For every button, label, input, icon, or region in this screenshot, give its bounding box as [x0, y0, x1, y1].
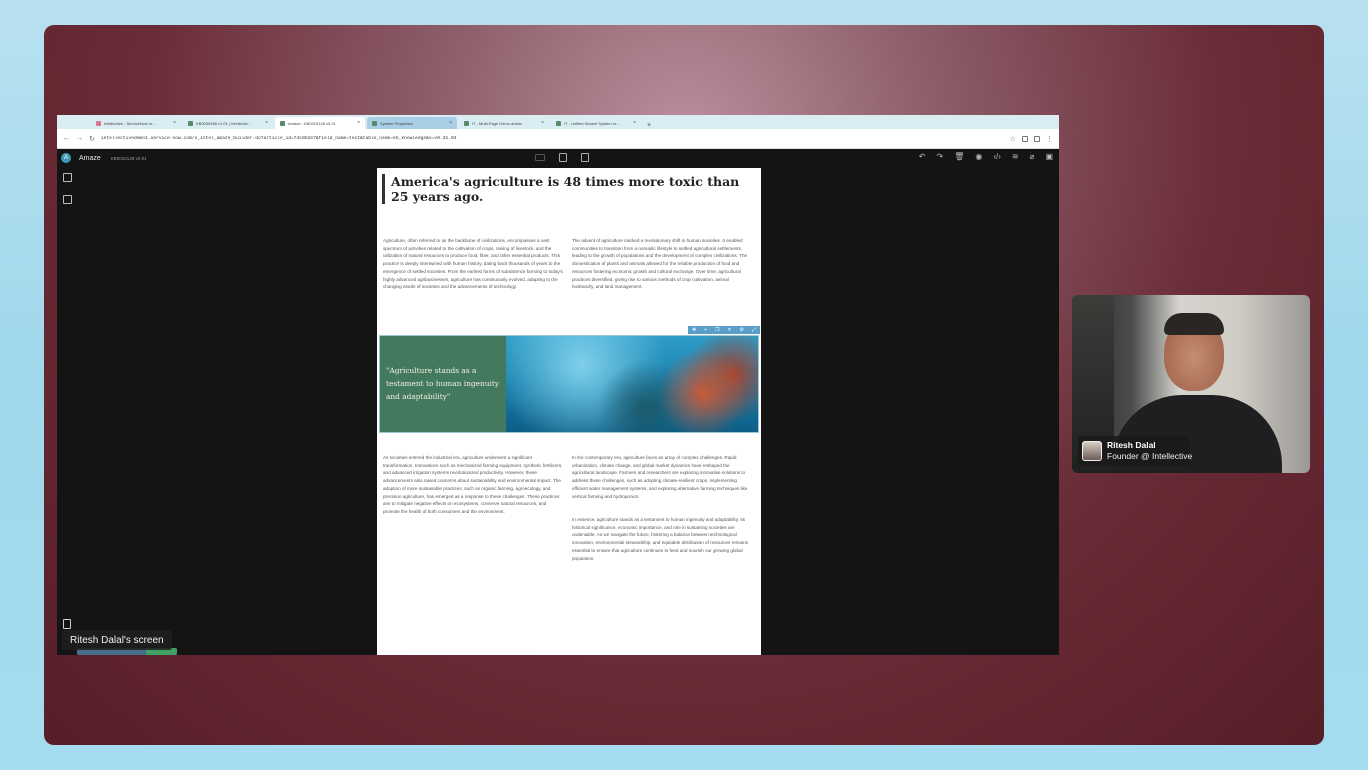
hero-banner[interactable]: "Agriculture stands as a testament to hu…: [379, 335, 759, 433]
participant-video-tile[interactable]: Ritesh Dalal Founder @ Intellective: [1072, 295, 1310, 473]
article-canvas[interactable]: America's agriculture is 48 times more t…: [377, 168, 761, 655]
close-tab-icon[interactable]: ×: [173, 120, 176, 126]
app-name: Amaze: [79, 154, 101, 162]
copy-icon[interactable]: ❐: [715, 327, 719, 333]
article-paragraph[interactable]: The advent of agriculture marked a revol…: [572, 237, 752, 291]
favicon-icon: [280, 120, 285, 126]
editor-tools: ↶ ↷ 🗑 ◉ ‹/› ≋ ⌀ ▣: [919, 152, 1053, 161]
delete-icon[interactable]: 🗑: [954, 152, 964, 161]
document-icon[interactable]: [63, 619, 71, 629]
template-icon[interactable]: [63, 195, 72, 204]
settings-icon[interactable]: ⚙: [740, 327, 744, 333]
browser-tabbar: Intellective - ServiceNow in... × KB00094…: [57, 115, 1059, 129]
menu-icon[interactable]: ⋮: [1046, 135, 1053, 143]
article-paragraph[interactable]: As societies entered the industrial era,…: [383, 454, 563, 516]
favicon-icon: [188, 120, 193, 126]
forward-icon[interactable]: →: [76, 135, 83, 142]
hero-quote[interactable]: "Agriculture stands as a testament to hu…: [380, 336, 506, 432]
layers-icon[interactable]: ≋: [1012, 152, 1019, 161]
shared-screen: Intellective - ServiceNow in... × KB00094…: [57, 115, 1059, 655]
record-number: KB0010128 v0.01: [110, 155, 147, 161]
preview-icon[interactable]: ◉: [975, 152, 982, 161]
amaze-logo-icon: A: [61, 153, 71, 163]
close-tab-icon[interactable]: ×: [633, 120, 636, 126]
save-icon[interactable]: ▣: [1045, 152, 1053, 161]
participant-role: Founder @ Intellective: [1107, 451, 1193, 461]
browser-tab[interactable]: KB0009458 v1.01 | Intellectiv... ×: [183, 117, 273, 129]
address-bar: ← → ↻ intellectivedemo1.service-now.com/…: [57, 129, 1059, 149]
favicon-icon: [96, 120, 101, 126]
browser-tab-active[interactable]: Amaze - KB0010128 v0.01 ×: [275, 117, 365, 129]
redo-icon[interactable]: ↷: [937, 152, 944, 161]
attach-icon[interactable]: ⌀: [1030, 152, 1035, 161]
expand-icon[interactable]: ⤢: [752, 327, 756, 333]
participant-namecard: Ritesh Dalal Founder @ Intellective: [1078, 436, 1193, 466]
article-paragraph[interactable]: In essence, agriculture stands as a test…: [572, 516, 752, 562]
participant-hair: [1164, 313, 1224, 335]
close-tab-icon[interactable]: ×: [265, 120, 268, 126]
browser-tab[interactable]: IT - Unified Search System ro... ×: [551, 117, 641, 129]
extension-icon[interactable]: [1022, 135, 1028, 142]
browser-tab[interactable]: System Properties ×: [367, 117, 457, 129]
add-icon[interactable]: +: [704, 327, 707, 333]
meeting-frame: Intellective - ServiceNow in... × KB00094…: [44, 25, 1324, 745]
close-tab-icon[interactable]: ×: [541, 120, 544, 126]
profile-icon[interactable]: [1034, 135, 1040, 142]
close-tab-icon[interactable]: ×: [357, 120, 360, 126]
code-icon[interactable]: ‹/›: [993, 152, 1001, 161]
coral-reef-image: [506, 336, 758, 432]
undo-icon[interactable]: ↶: [919, 152, 926, 161]
star-icon[interactable]: ☆: [1010, 135, 1016, 143]
move-icon[interactable]: ✥: [692, 327, 696, 333]
participant-name: Ritesh Dalal: [1107, 440, 1156, 450]
browser-tab[interactable]: Intellective - ServiceNow in... ×: [91, 117, 181, 129]
tablet-icon[interactable]: [559, 153, 567, 162]
back-icon[interactable]: ←: [63, 135, 70, 142]
new-tab-button[interactable]: +: [643, 122, 655, 129]
article-paragraph[interactable]: Agriculture, often referred to as the ba…: [383, 237, 563, 291]
mobile-icon[interactable]: [581, 153, 589, 162]
favicon-icon: [464, 120, 469, 126]
block-toolbar: ✥ + ❐ ✕ ⚙ ⤢: [688, 326, 760, 334]
browser-tab[interactable]: IT - Multi-Page Demo article ×: [459, 117, 549, 129]
app-toolbar: A Amaze KB0010128 v0.01 ↶ ↷ 🗑 ◉ ‹/› ≋ ⌀ …: [57, 149, 1059, 167]
left-rail: [57, 167, 77, 655]
device-preview-group: [535, 153, 589, 162]
avatar: [1082, 441, 1102, 461]
reload-icon[interactable]: ↻: [89, 135, 95, 143]
delete-icon[interactable]: ✕: [727, 327, 731, 333]
article-paragraph[interactable]: In the contemporary era, agriculture fac…: [572, 454, 752, 500]
desktop-icon[interactable]: [535, 154, 545, 161]
favicon-icon: [372, 120, 377, 126]
close-tab-icon[interactable]: ×: [449, 120, 452, 126]
blocks-icon[interactable]: [63, 173, 72, 182]
screen-share-label: Ritesh Dalal's screen: [62, 630, 172, 650]
url-field[interactable]: intellectivedemo1.service-now.com/x_inte…: [101, 136, 1004, 141]
article-title[interactable]: America's agriculture is 48 times more t…: [382, 174, 742, 204]
favicon-icon: [556, 120, 561, 126]
